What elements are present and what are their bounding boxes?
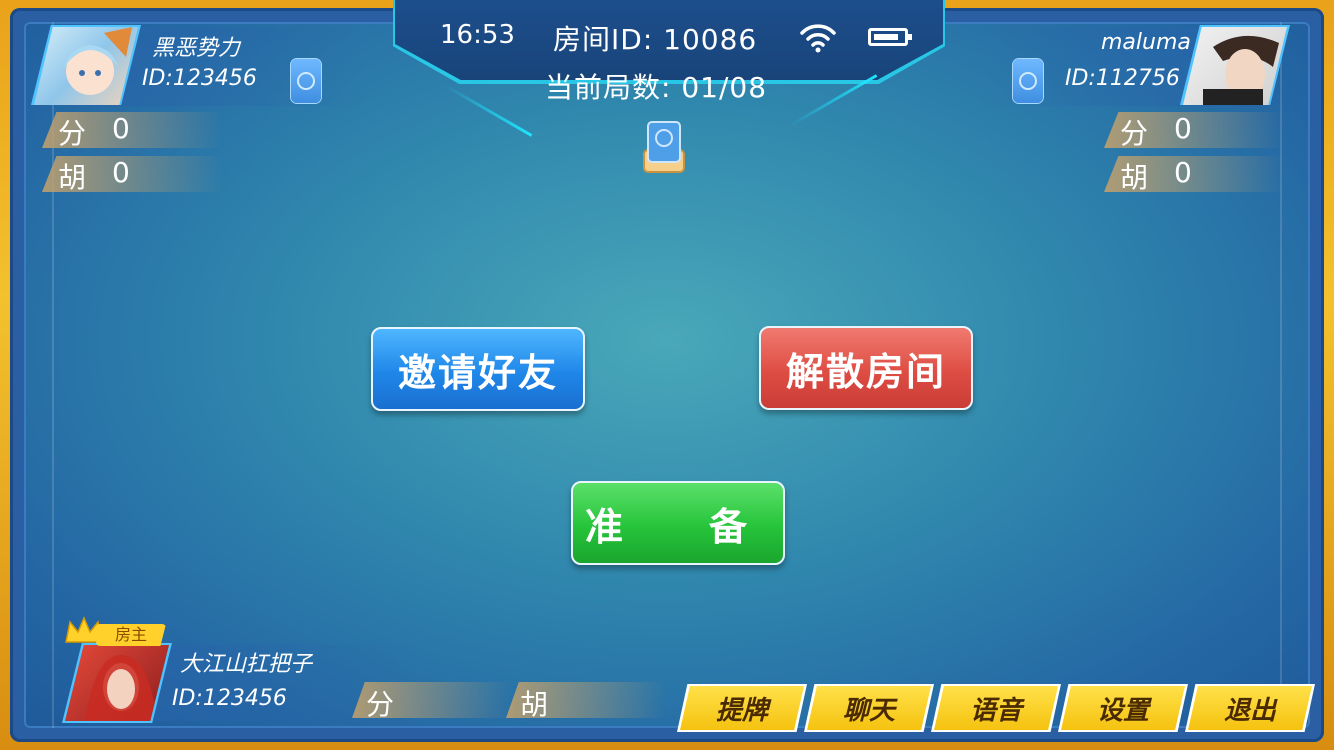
player-name: 大江山扛把子 xyxy=(180,652,313,677)
score-label: 分 xyxy=(58,117,87,150)
hu-label: 胡 xyxy=(520,688,549,721)
dissolve-room-button[interactable]: 解散房间 xyxy=(759,326,973,410)
round-counter: 当前局数: 01/08 xyxy=(545,71,768,104)
score-label: 分 xyxy=(1120,117,1149,150)
ready-button[interactable]: 准 备 xyxy=(571,481,785,565)
player-name: 黑恶势力 xyxy=(152,36,241,61)
menu-exit-button[interactable]: 退出 xyxy=(1188,686,1312,730)
wifi-icon xyxy=(800,24,836,53)
seal-icon xyxy=(291,59,321,103)
invite-friends-button[interactable]: 邀请好友 xyxy=(371,327,585,411)
hu-label: 胡 xyxy=(58,161,87,194)
hu-label: 胡 xyxy=(1120,161,1149,194)
card-deck-icon xyxy=(643,121,685,173)
menu-chat-button[interactable]: 聊天 xyxy=(807,686,931,730)
player-id: ID:123456 xyxy=(172,686,287,711)
host-badge: 房主 xyxy=(96,624,166,646)
hu-value: 0 xyxy=(112,156,130,189)
player-name: maluma xyxy=(1101,30,1191,55)
menu-settings-button[interactable]: 设置 xyxy=(1061,686,1185,730)
seal-icon xyxy=(1013,59,1043,103)
menu-tipai-button[interactable]: 提牌 xyxy=(680,686,804,730)
score-label: 分 xyxy=(366,688,395,721)
hu-value: 0 xyxy=(1174,156,1192,189)
room-id: 房间ID: 10086 xyxy=(553,23,758,56)
player-id: ID:123456 xyxy=(142,66,257,91)
score-value: 0 xyxy=(1174,112,1192,145)
player-id: ID:112756 xyxy=(1065,66,1180,91)
clock: 16:53 xyxy=(440,20,515,50)
battery-icon xyxy=(868,28,912,46)
score-value: 0 xyxy=(112,112,130,145)
menu-voice-button[interactable]: 语音 xyxy=(934,686,1058,730)
